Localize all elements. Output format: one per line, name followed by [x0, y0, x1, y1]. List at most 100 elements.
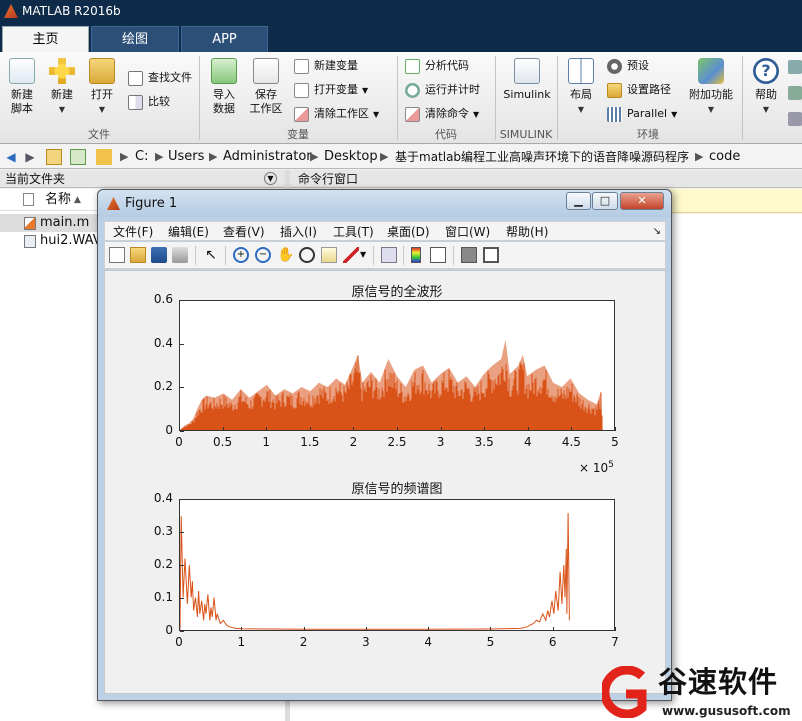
figure-menu-bar: 文件(F) 编辑(E) 查看(V) 插入(I) 工具(T) 桌面(D) 窗口(W…	[104, 221, 666, 241]
menu-view[interactable]: 查看(V)	[223, 224, 265, 240]
new-label: 新建	[51, 88, 73, 101]
chart1-x-tick-label: 5	[611, 435, 619, 449]
help-label: 帮助	[755, 88, 777, 101]
menu-file[interactable]: 文件(F)	[113, 224, 153, 240]
chart1-axes[interactable]	[179, 300, 615, 431]
brush-dropdown-icon[interactable]: ▼	[360, 247, 368, 263]
close-button[interactable]: ✕	[620, 192, 664, 210]
show-plot-tools-icon[interactable]	[483, 247, 499, 263]
app-title: MATLAB R2016b	[22, 4, 121, 18]
new-dropdown-icon[interactable]: ▼	[59, 105, 65, 114]
menu-insert[interactable]: 插入(I)	[280, 224, 317, 240]
layout-button[interactable]: 布局 ▼	[561, 58, 601, 117]
parallel-dropdown-icon[interactable]: ▼	[671, 110, 677, 119]
breadcrumb-drive[interactable]: C:	[135, 149, 148, 165]
chart2-x-tick-label: 3	[362, 635, 370, 649]
analyze-code-button[interactable]: 分析代码	[405, 56, 469, 76]
up-folder-icon[interactable]	[46, 149, 62, 165]
breadcrumb-code[interactable]: code	[709, 149, 740, 165]
watermark-logo-icon	[602, 666, 647, 718]
import-data-button[interactable]: 导入 数据	[204, 58, 244, 116]
clear-workspace-dropdown-icon[interactable]: ▼	[373, 110, 379, 119]
link-plot-icon[interactable]	[381, 247, 397, 263]
layout-dropdown-icon[interactable]: ▼	[578, 105, 584, 114]
new-button[interactable]: 新建 ▼	[42, 58, 82, 117]
browse-folder-icon[interactable]	[70, 149, 86, 165]
help-dropdown-icon[interactable]: ▼	[763, 105, 769, 114]
menu-edit[interactable]: 编辑(E)	[168, 224, 209, 240]
chart2-title: 原信号的频谱图	[351, 482, 443, 497]
figure-titlebar[interactable]: Figure 1 ▁ □ ✕	[98, 190, 671, 217]
addons-button[interactable]: 附加功能 ▼	[688, 58, 734, 117]
address-bar: ◀ ▶ ▶ C: ▶ Users ▶ Administrator ▶ Deskt…	[0, 145, 802, 169]
menu-tools[interactable]: 工具(T)	[333, 224, 374, 240]
watermark-url: www.gususoft.com	[662, 704, 791, 718]
find-files-button[interactable]: 查找文件	[128, 68, 192, 88]
clear-workspace-button[interactable]: 清除工作区 ▼	[294, 104, 379, 124]
print-icon[interactable]	[172, 247, 188, 263]
breadcrumb-separator: ▶	[120, 150, 129, 163]
run-and-time-button[interactable]: 运行并计时	[405, 80, 480, 100]
sort-ascending-icon[interactable]: ▲	[74, 193, 81, 207]
clear-commands-dropdown-icon[interactable]: ▼	[473, 110, 479, 119]
rotate-3d-icon[interactable]	[299, 247, 315, 263]
watermark-name: 谷速软件	[658, 665, 779, 699]
hide-plot-tools-icon[interactable]	[461, 247, 477, 263]
panel-actions-icon[interactable]: ▼	[264, 172, 277, 185]
legend-icon[interactable]	[430, 247, 446, 263]
new-variable-button[interactable]: 新建变量	[294, 56, 358, 76]
help-button[interactable]: ? 帮助 ▼	[746, 58, 786, 117]
menu-desktop[interactable]: 桌面(D)	[387, 224, 430, 240]
addons-dropdown-icon[interactable]: ▼	[708, 105, 714, 114]
tab-apps[interactable]: APP	[181, 26, 268, 52]
chart2-y-tick-label: 0.2	[153, 557, 173, 571]
breadcrumb-administrator[interactable]: Administrator	[223, 149, 312, 165]
parallel-button[interactable]: Parallel ▼	[607, 104, 677, 124]
colorbar-icon[interactable]	[411, 247, 421, 263]
pan-icon[interactable]: ✋	[277, 247, 294, 263]
breadcrumb-desktop[interactable]: Desktop	[324, 149, 378, 165]
menu-window[interactable]: 窗口(W)	[445, 224, 490, 240]
parallel-label: Parallel	[627, 107, 668, 120]
learn-matlab-icon[interactable]	[788, 112, 802, 126]
community-icon[interactable]	[788, 60, 802, 74]
request-support-icon[interactable]	[788, 86, 802, 100]
chart2-x-tick-label: 2	[299, 635, 308, 649]
brush-icon[interactable]	[343, 247, 359, 263]
minimize-button[interactable]: ▁	[566, 192, 591, 210]
breadcrumb-users[interactable]: Users	[168, 149, 204, 165]
save-icon[interactable]	[151, 247, 167, 263]
chart1-x-tick-label: 1	[262, 435, 270, 449]
set-path-button[interactable]: 设置路径	[607, 80, 671, 100]
save-workspace-button[interactable]: 保存 工作区	[246, 58, 286, 116]
breadcrumb-project-folder[interactable]: 基于matlab编程工业高噪声环境下的语音降噪源码程序	[395, 149, 689, 165]
clear-commands-button[interactable]: 清除命令 ▼	[405, 104, 479, 124]
chart1-x-tick-label: 2.5	[387, 435, 407, 449]
compare-button[interactable]: 比较	[128, 92, 170, 112]
chart1-plot	[180, 339, 603, 430]
zoom-out-icon[interactable]: −	[255, 247, 271, 263]
back-arrow-icon[interactable]: ◀	[3, 149, 19, 165]
open-dropdown-icon[interactable]: ▼	[99, 105, 105, 114]
tab-plots[interactable]: 绘图	[91, 26, 179, 52]
maximize-button[interactable]: □	[592, 192, 618, 210]
new-figure-icon[interactable]	[109, 247, 125, 263]
import-data-icon	[211, 58, 237, 84]
open-variable-button[interactable]: 打开变量 ▼	[294, 80, 368, 100]
open-button[interactable]: 打开 ▼	[82, 58, 122, 117]
chart1-x-tick-mark	[222, 427, 224, 431]
forward-arrow-icon[interactable]: ▶	[22, 149, 38, 165]
tab-home[interactable]: 主页	[2, 26, 89, 52]
menu-help[interactable]: 帮助(H)	[506, 224, 548, 240]
pointer-icon[interactable]: ↖	[203, 247, 219, 263]
data-cursor-icon[interactable]	[321, 247, 337, 263]
open-variable-dropdown-icon[interactable]: ▼	[362, 86, 368, 95]
preferences-button[interactable]: 预设	[607, 56, 649, 76]
chart1-x-multiplier-base: × 10	[579, 461, 609, 475]
chart2-axes[interactable]	[179, 499, 615, 631]
zoom-in-icon[interactable]: +	[233, 247, 249, 263]
simulink-button[interactable]: Simulink	[502, 58, 552, 102]
new-script-button[interactable]: 新建 脚本	[2, 58, 42, 116]
open-file-icon[interactable]	[130, 247, 146, 263]
menu-expand-icon[interactable]: ↘	[653, 224, 661, 240]
